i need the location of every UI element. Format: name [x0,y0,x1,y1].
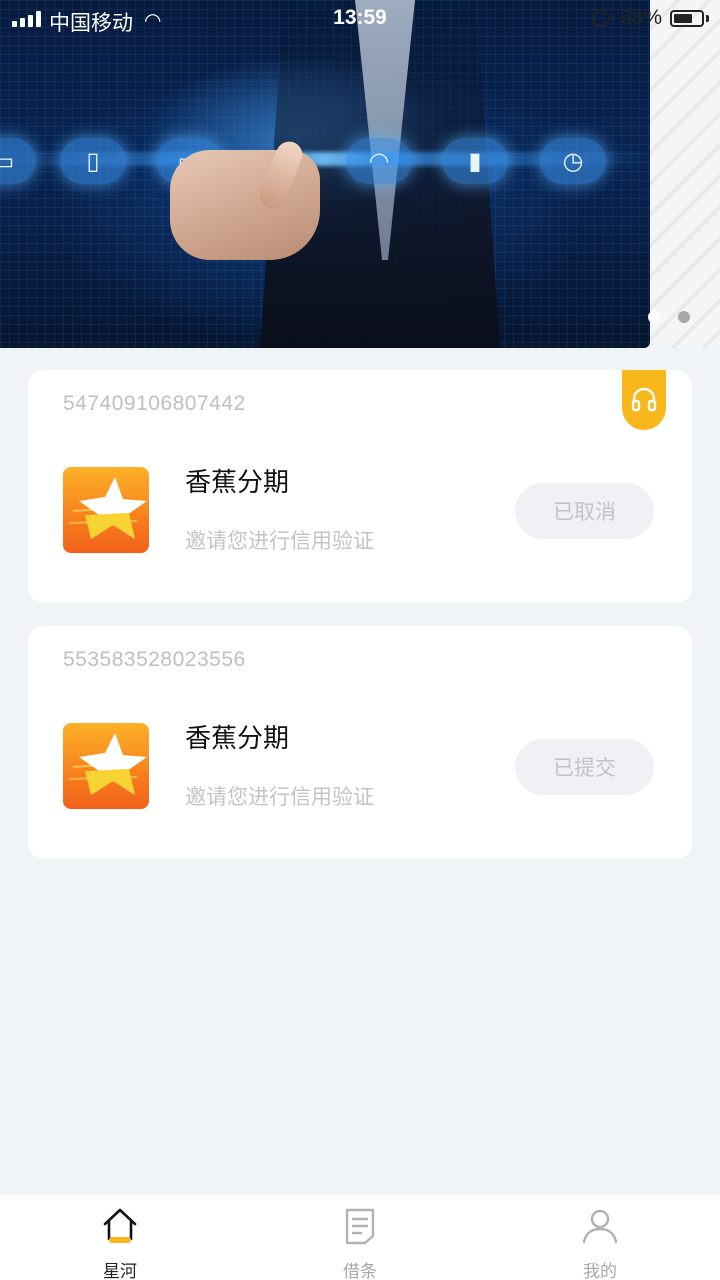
carousel-indicator [648,311,690,323]
rotation-lock-icon [592,9,610,27]
order-status-button[interactable]: 已取消 [515,483,654,539]
order-status-button[interactable]: 已提交 [515,739,654,795]
bottom-nav: 星河 借条 我的 [0,1193,720,1280]
customer-service-button[interactable] [622,370,666,430]
app-subtitle: 邀请您进行信用验证 [185,529,374,553]
star-logo-icon [68,733,147,795]
nav-label-home: 星河 [103,1262,137,1280]
nav-item-mine[interactable]: 我的 [480,1194,720,1280]
order-number: 547409106807442 [63,392,246,415]
tablet-icon: ▯ [60,138,126,184]
nav-label-iou: 借条 [343,1262,377,1280]
banner-carousel[interactable]: ▭ ▯ ▭ ◠ ▮ ◷ [0,0,720,348]
star-logo-icon [68,477,147,539]
app-logo [63,467,149,553]
wifi-icon: ◠ [346,138,412,184]
clock-icon: ◷ [540,138,606,184]
banner-image[interactable]: ▭ ▯ ▭ ◠ ▮ ◷ [0,0,650,348]
signal-icon: ▮ [442,138,508,184]
order-number: 553583528023556 [63,648,246,671]
app-logo [63,723,149,809]
status-time: 13:59 [333,6,387,29]
home-icon [103,1208,137,1243]
nav-label-mine: 我的 [583,1262,617,1280]
carousel-dot-active[interactable] [648,311,660,323]
carousel-dot[interactable] [678,311,690,323]
app-name: 香蕉分期 [185,468,290,498]
app-name: 香蕉分期 [185,724,290,754]
battery-icon [670,10,704,27]
nav-item-iou[interactable]: 借条 [240,1194,480,1280]
status-bar: 中国移动 ◠ 13:59 68% [0,0,720,38]
order-card[interactable]: 547409106807442 香蕉分期 邀请您进行信用验证 已取消 [28,370,692,603]
order-card[interactable]: 553583528023556 香蕉分期 邀请您进行信用验证 已提交 [28,626,692,859]
app-subtitle: 邀请您进行信用验证 [185,785,374,809]
user-icon [582,1209,618,1244]
headset-icon [631,387,657,412]
nav-item-home[interactable]: 星河 [0,1194,240,1280]
document-icon [345,1208,375,1245]
battery-percent: 68% [620,6,663,29]
